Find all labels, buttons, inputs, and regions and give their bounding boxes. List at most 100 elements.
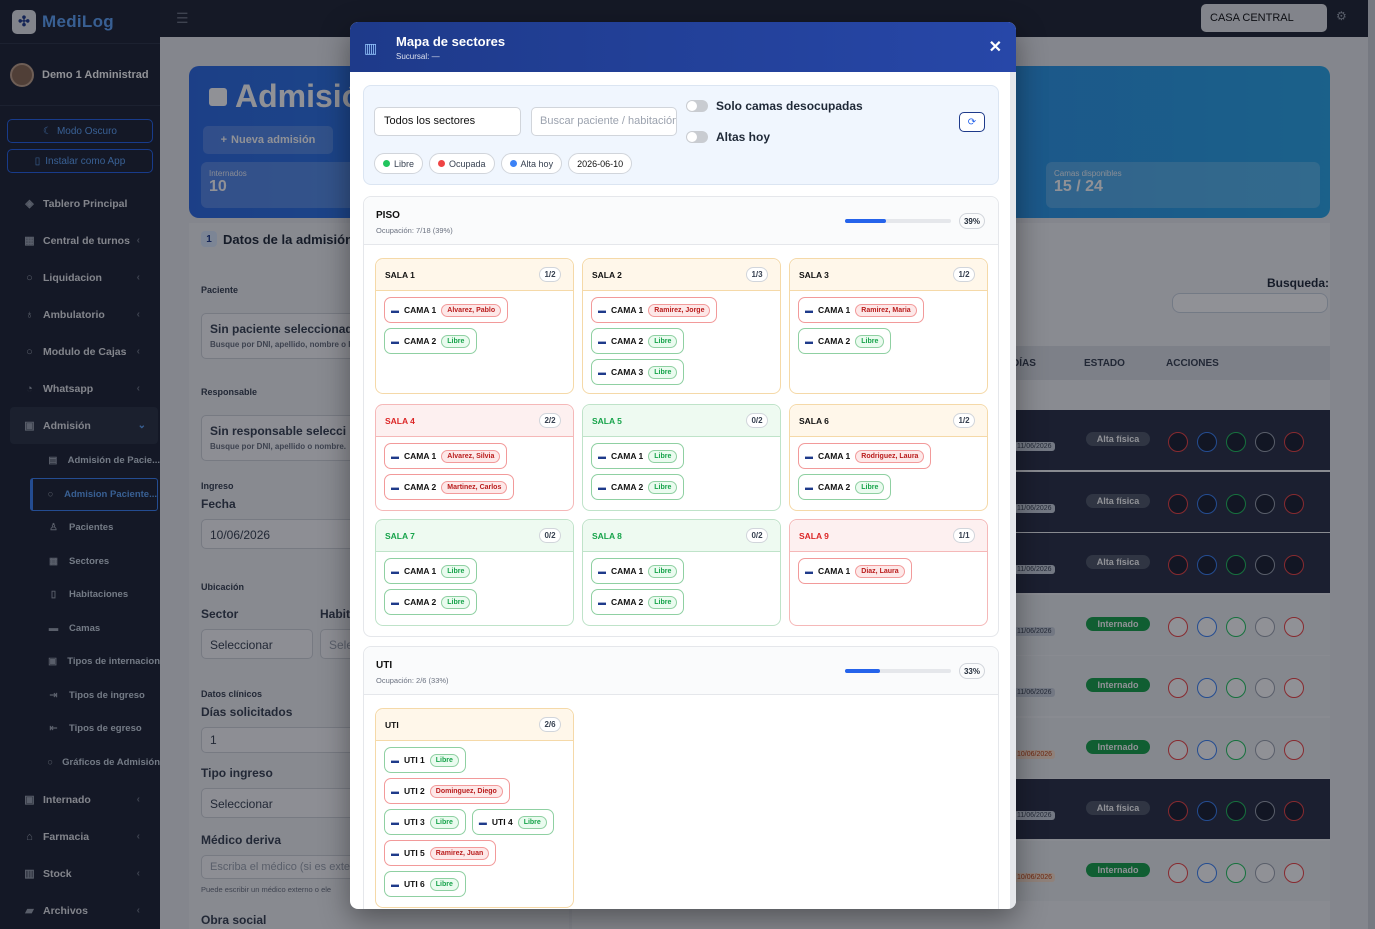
bed-status-badge: Libre — [648, 480, 678, 494]
bed-chip[interactable]: ▬ CAMA 1 Ramirez, Jorge — [591, 297, 718, 323]
patient-badge: Ramirez, Jorge — [648, 303, 711, 317]
bed-chip[interactable]: ▬ CAMA 1 Ramirez, Maria — [798, 297, 924, 323]
map-icon: ▥ — [364, 40, 378, 56]
bed-name: UTI 5 — [404, 848, 425, 858]
bed-name: CAMA 1 — [611, 305, 644, 315]
bed-chip[interactable]: ▬ UTI 5 Ramirez, Juan — [384, 840, 497, 866]
patient-badge: Rodriguez, Laura — [855, 449, 925, 463]
toggle-discharges-today[interactable]: Altas hoy — [686, 130, 770, 144]
occupancy-bar — [845, 219, 951, 223]
occupancy-bar — [845, 669, 951, 673]
bed-name: CAMA 2 — [404, 482, 437, 492]
bed-icon: ▬ — [805, 305, 813, 315]
bed-status-badge: Libre — [429, 815, 459, 829]
legend-libre: Libre — [374, 153, 424, 174]
bed-name: CAMA 1 — [611, 451, 644, 461]
bed-chip[interactable]: ▬ CAMA 1 Diaz, Laura — [798, 558, 912, 584]
bed-chip[interactable]: ▬ UTI 4 Libre — [471, 809, 554, 835]
bed-list: ▬ CAMA 1 Ramirez, Jorge ▬ CAMA 2 Libre ▬ CAMA 3… — [583, 291, 773, 390]
occupancy-percent: 33% — [959, 663, 985, 679]
bed-name: CAMA 2 — [404, 597, 437, 607]
toggle-switch[interactable] — [686, 131, 708, 143]
bed-chip[interactable]: ▬ CAMA 2 Libre — [591, 474, 685, 500]
bed-name: UTI 2 — [404, 786, 425, 796]
room-count: 0/2 — [539, 528, 561, 543]
bed-icon: ▬ — [598, 367, 606, 377]
bed-chip[interactable]: ▬ CAMA 1 Alvarez, Silvia — [384, 443, 508, 469]
toggle-free-label: Solo camas desocupadas — [716, 99, 863, 113]
date-chip[interactable]: 2026-06-10 — [568, 153, 633, 174]
patient-badge: Dominguez, Diego — [429, 784, 503, 798]
app: ✣ MediLog Demo 1 Administrad ☾ Modo Oscur… — [0, 0, 1375, 929]
toggle-switch[interactable] — [686, 100, 708, 112]
room-count: 1/2 — [953, 413, 975, 428]
bed-chip[interactable]: ▬ UTI 2 Dominguez, Diego — [384, 778, 510, 804]
bed-status-badge: Libre — [441, 564, 471, 578]
bed-icon: ▬ — [598, 597, 606, 607]
room-card: SALA 3 1/2 ▬ CAMA 1 Ramirez, Maria ▬ CAMA 2 Lib… — [789, 258, 988, 394]
room-count: 0/2 — [746, 413, 768, 428]
modal-body: Todos los sectores Buscar paciente / hab… — [350, 72, 1010, 909]
bed-chip[interactable]: ▬ CAMA 2 Libre — [798, 474, 892, 500]
room-count: 0/2 — [746, 528, 768, 543]
modal-scrollbar[interactable] — [1010, 72, 1016, 909]
sector-filter-select[interactable]: Todos los sectores — [374, 107, 521, 136]
patient-search-input[interactable]: Buscar paciente / habitación — [531, 107, 677, 136]
toggle-discharge-label: Altas hoy — [716, 130, 771, 144]
legend-alta-hoy: Alta hoy — [500, 153, 563, 174]
room-card: SALA 5 0/2 ▬ CAMA 1 Libre ▬ CAMA 2 Libre — [582, 404, 781, 511]
bed-name: UTI 1 — [404, 755, 425, 765]
bed-status-badge: Libre — [517, 815, 547, 829]
bed-name: CAMA 2 — [611, 597, 644, 607]
bed-icon: ▬ — [391, 817, 399, 827]
bed-chip[interactable]: ▬ CAMA 1 Alvarez, Pablo — [384, 297, 509, 323]
bed-chip[interactable]: ▬ CAMA 1 Rodriguez, Laura — [798, 443, 932, 469]
patient-badge: Martinez, Carlos — [441, 480, 508, 494]
patient-badge: Ramirez, Juan — [429, 846, 490, 860]
room-name: SALA 7 — [385, 531, 415, 541]
bed-status-badge: Libre — [648, 365, 678, 379]
room-header: SALA 2 1/3 — [583, 259, 780, 291]
bed-chip[interactable]: ▬ UTI 6 Libre — [384, 871, 466, 897]
bed-name: CAMA 3 — [611, 367, 644, 377]
bed-name: CAMA 1 — [404, 305, 437, 315]
bed-chip[interactable]: ▬ CAMA 1 Libre — [591, 558, 685, 584]
sector-map-modal: ▥ Mapa de sectores Sucursal: — ✕ Todos l… — [350, 22, 1016, 909]
bed-chip[interactable]: ▬ CAMA 1 Libre — [384, 558, 478, 584]
bed-list: ▬ CAMA 1 Libre ▬ CAMA 2 Libre — [583, 437, 773, 505]
bed-chip[interactable]: ▬ CAMA 2 Martinez, Carlos — [384, 474, 515, 500]
bed-chip[interactable]: ▬ UTI 3 Libre — [384, 809, 466, 835]
close-icon[interactable]: ✕ — [989, 37, 1002, 57]
bed-name: UTI 6 — [404, 879, 425, 889]
bed-chip[interactable]: ▬ CAMA 2 Libre — [798, 328, 892, 354]
bed-chip[interactable]: ▬ CAMA 2 Libre — [591, 589, 685, 615]
refresh-button[interactable]: ⟳ — [959, 112, 985, 132]
bed-icon: ▬ — [391, 566, 399, 576]
room-name: SALA 8 — [592, 531, 622, 541]
room-header: SALA 9 1/1 — [790, 520, 987, 552]
bed-icon: ▬ — [805, 336, 813, 346]
room-count: 2/2 — [539, 413, 561, 428]
modal-header: ▥ Mapa de sectores Sucursal: — ✕ — [350, 22, 1016, 72]
sector-occupancy: Ocupación: 2/6 (33%) — [376, 676, 449, 685]
bed-chip[interactable]: ▬ CAMA 2 Libre — [384, 589, 478, 615]
bed-chip[interactable]: ▬ CAMA 2 Libre — [591, 328, 685, 354]
bed-status-badge: Libre — [648, 564, 678, 578]
toggle-free-beds[interactable]: Solo camas desocupadas — [686, 99, 863, 113]
room-name: SALA 1 — [385, 270, 415, 280]
bed-chip[interactable]: ▬ UTI 1 Libre — [384, 747, 466, 773]
room-card: SALA 1 1/2 ▬ CAMA 1 Alvarez, Pablo ▬ CAMA 2 Lib… — [375, 258, 574, 394]
refresh-icon: ⟳ — [967, 116, 977, 128]
bed-chip[interactable]: ▬ CAMA 2 Libre — [384, 328, 478, 354]
bed-name: CAMA 1 — [818, 305, 851, 315]
bed-chip[interactable]: ▬ CAMA 1 Libre — [591, 443, 685, 469]
bed-icon: ▬ — [391, 848, 399, 858]
bed-icon: ▬ — [391, 597, 399, 607]
bed-chip[interactable]: ▬ CAMA 3 Libre — [591, 359, 685, 385]
bed-name: CAMA 1 — [404, 566, 437, 576]
room-card: SALA 8 0/2 ▬ CAMA 1 Libre ▬ CAMA 2 Libre — [582, 519, 781, 626]
patient-badge: Ramirez, Maria — [855, 303, 917, 317]
bed-status-badge: Libre — [855, 334, 885, 348]
room-card: UTI 2/6 ▬ UTI 1 Libre ▬ UTI 2 Dominguez, Diego ▬… — [375, 708, 574, 908]
legend-label: Ocupada — [449, 158, 486, 169]
